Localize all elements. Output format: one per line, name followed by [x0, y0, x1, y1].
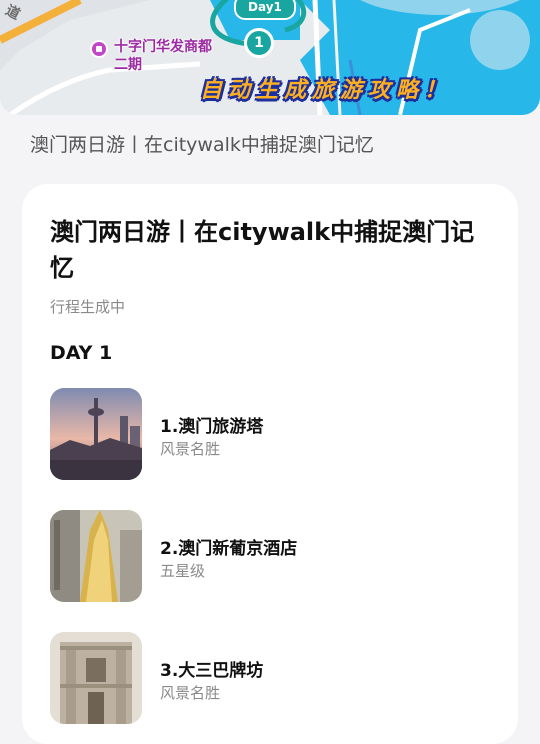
shopping-pin-icon [90, 40, 108, 58]
poi-label: 十字门华发商都二期 [114, 39, 212, 73]
macau-tower-thumbnail [50, 388, 142, 480]
itinerary-card: 澳门两日游丨在citywalk中捕捉澳门记忆 行程生成中 DAY 1 1.澳门旅… [22, 184, 518, 744]
item-category: 五星级 [160, 562, 206, 580]
map-view[interactable]: 道 十字门华发商都二期 Day1 1 自动生成旅游攻略！ [0, 0, 540, 115]
day-chip[interactable]: Day1 [234, 0, 296, 20]
item-name: 2.澳门新葡京酒店 [160, 539, 298, 559]
itinerary-item[interactable]: 3.大三巴牌坊 风景名胜 [50, 632, 490, 724]
item-name: 1.澳门旅游塔 [160, 417, 264, 437]
generation-status: 行程生成中 [50, 298, 126, 316]
item-category: 风景名胜 [160, 684, 221, 702]
ruins-of-st-paul-thumbnail [50, 632, 142, 724]
day-heading: DAY 1 [50, 342, 113, 364]
itinerary-title: 澳门两日游丨在citywalk中捕捉澳门记忆 [50, 218, 475, 282]
route-marker-1[interactable]: 1 [244, 28, 274, 58]
item-category: 风景名胜 [160, 440, 221, 458]
promo-banner: 自动生成旅游攻略！ [200, 78, 453, 103]
itinerary-item[interactable]: 1.澳门旅游塔 风景名胜 [50, 388, 490, 480]
trip-subtitle: 澳门两日游丨在citywalk中捕捉澳门记忆 [30, 134, 374, 156]
poi-marker[interactable]: 十字门华发商都二期 [90, 38, 224, 74]
grand-lisboa-thumbnail [50, 510, 142, 602]
item-name: 3.大三巴牌坊 [160, 661, 264, 681]
itinerary-item[interactable]: 2.澳门新葡京酒店 五星级 [50, 510, 490, 602]
